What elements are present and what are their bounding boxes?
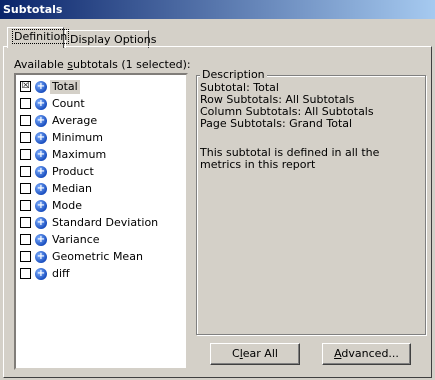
list-item-average[interactable]: + Average: [20, 112, 180, 129]
list-item-label: Average: [52, 113, 98, 127]
description-title: Description: [200, 68, 267, 81]
metric-plus-icon: +: [35, 131, 47, 144]
list-item-maximum[interactable]: + Maximum: [20, 146, 180, 163]
list-item-label: Count: [52, 96, 85, 110]
list-item-label: diff: [52, 266, 70, 280]
description-line: Page Subtotals: Grand Total: [200, 117, 353, 130]
checkbox-icon[interactable]: [20, 200, 31, 211]
description-details: Subtotal: Total Row Subtotals: All Subto…: [200, 82, 425, 130]
metric-plus-icon: +: [35, 97, 47, 110]
tab-definition[interactable]: Definition: [7, 27, 70, 48]
list-item-label: Minimum: [52, 130, 103, 144]
metric-plus-icon: +: [35, 199, 47, 212]
checkbox-icon[interactable]: [20, 268, 31, 279]
checkbox-icon[interactable]: [20, 183, 31, 194]
list-item-label: Total: [50, 79, 80, 94]
list-item-diff[interactable]: + diff: [20, 265, 180, 282]
checkbox-icon[interactable]: [20, 132, 31, 143]
list-item-median[interactable]: + Median: [20, 180, 180, 197]
list-item-standard-deviation[interactable]: + Standard Deviation: [20, 214, 180, 231]
list-item-label: Median: [52, 181, 93, 195]
list-item-total[interactable]: ☒ + Total: [20, 78, 180, 95]
metric-plus-icon: +: [35, 216, 47, 229]
description-note: This subtotal is defined in all the metr…: [200, 146, 380, 171]
checkbox-icon[interactable]: [20, 149, 31, 160]
metric-plus-icon: +: [35, 165, 47, 178]
metric-plus-icon: +: [35, 233, 47, 246]
list-item-label: Mode: [52, 198, 82, 212]
checkbox-icon[interactable]: [20, 98, 31, 109]
tab-display-options-label: Display Options: [70, 33, 157, 46]
list-item-mode[interactable]: + Mode: [20, 197, 180, 214]
window-title: Subtotals: [0, 0, 435, 19]
clear-all-button[interactable]: Clear All: [210, 343, 300, 365]
checkbox-icon[interactable]: [20, 115, 31, 126]
list-item-variance[interactable]: + Variance: [20, 231, 180, 248]
list-item-product[interactable]: + Product: [20, 163, 180, 180]
metric-plus-icon: +: [35, 114, 47, 127]
metric-plus-icon: +: [35, 250, 47, 263]
available-subtotals-label: Available subtotals (1 selected):: [14, 58, 191, 71]
checkbox-icon[interactable]: [20, 234, 31, 245]
list-item-geometric-mean[interactable]: + Geometric Mean: [20, 248, 180, 265]
checkbox-icon[interactable]: ☒: [20, 81, 31, 92]
metric-plus-icon: +: [35, 148, 47, 161]
list-item-label: Geometric Mean: [52, 249, 143, 263]
metric-plus-icon: +: [35, 267, 47, 280]
list-item-label: Maximum: [52, 147, 107, 161]
list-item-label: Product: [52, 164, 94, 178]
list-item-label: Variance: [52, 232, 100, 246]
list-item-label: Standard Deviation: [52, 215, 159, 229]
advanced-button[interactable]: Advanced...: [322, 343, 411, 365]
checkbox-icon[interactable]: [20, 217, 31, 228]
checkbox-icon[interactable]: [20, 166, 31, 177]
tab-definition-label: Definition: [12, 29, 70, 44]
metric-plus-icon: +: [35, 182, 47, 195]
list-item-minimum[interactable]: + Minimum: [20, 129, 180, 146]
metric-plus-icon: +: [35, 80, 47, 93]
checkbox-icon[interactable]: [20, 251, 31, 262]
list-item-count[interactable]: + Count: [20, 95, 180, 112]
subtotals-list[interactable]: ☒ + Total + Count + Average + Minimum + …: [14, 73, 188, 370]
